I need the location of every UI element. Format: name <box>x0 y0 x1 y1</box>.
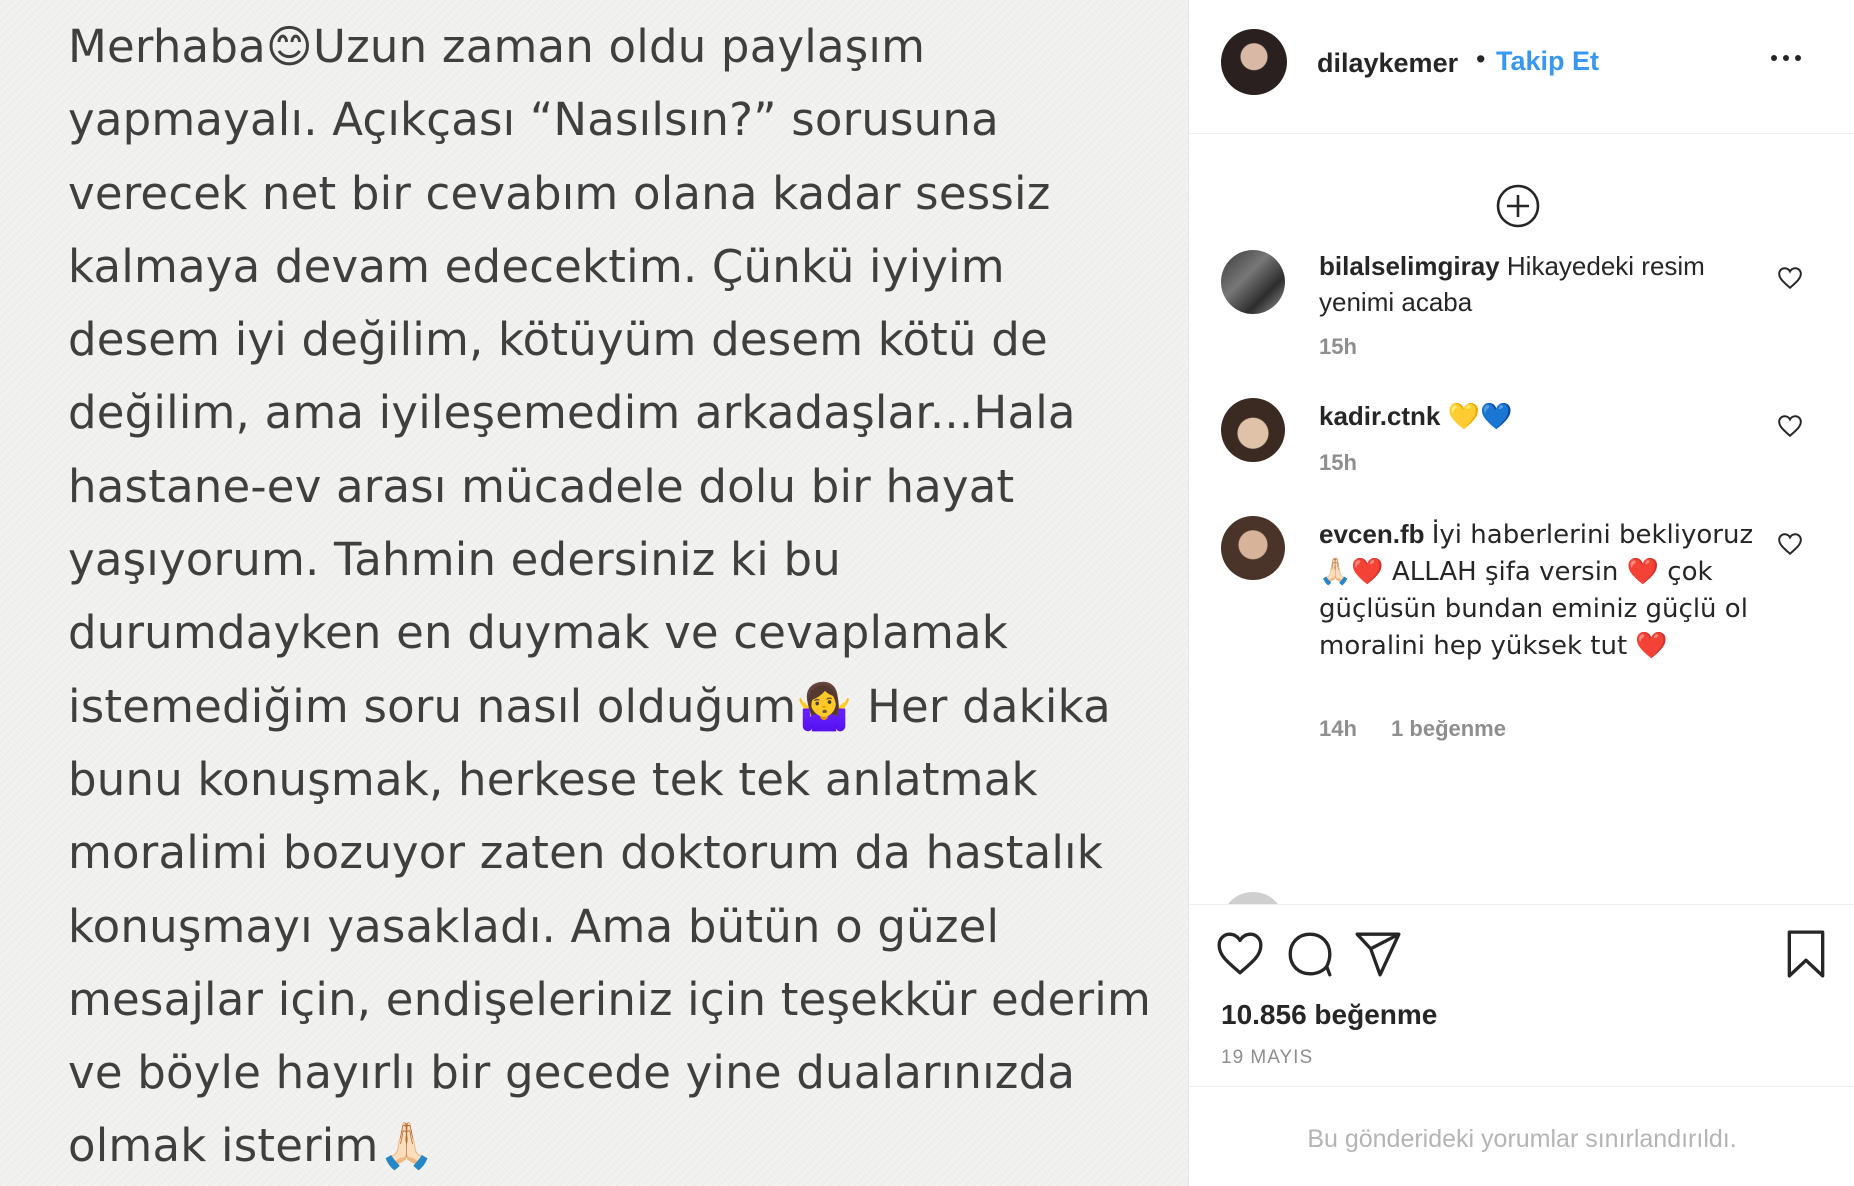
comment-time[interactable]: 15h <box>1319 334 1357 359</box>
comments-limited-text: Bu gönderideki yorumlar sınırlandırıldı. <box>1307 1125 1737 1153</box>
more-options-icon[interactable] <box>1769 42 1815 72</box>
comment-username[interactable]: evcen.fb <box>1319 519 1425 549</box>
note-line: istemediğim soru nasıl olduğum🤷‍♀️ Her d… <box>68 679 1111 733</box>
note-line: desem iyi değilim, kötüyüm desem kötü de <box>68 313 1048 367</box>
bookmark-icon[interactable] <box>1781 929 1831 979</box>
comment-like-icon[interactable] <box>1777 266 1803 290</box>
note-line: ve böyle hayırlı bir gecede yine duaları… <box>68 1046 1076 1100</box>
comment-meta: 15h <box>1319 450 1385 476</box>
post-image: Merhaba😊Uzun zaman oldu paylaşım yapmaya… <box>0 0 1188 1186</box>
comment-time[interactable]: 15h <box>1319 450 1357 475</box>
comment-like-icon[interactable] <box>1777 414 1803 438</box>
heart-icon[interactable] <box>1215 929 1265 979</box>
note-line: mesajlar için, endişeleriniz için teşekk… <box>68 972 1152 1026</box>
avatar[interactable] <box>1221 250 1285 314</box>
follow-button[interactable]: Takip Et <box>1496 46 1599 77</box>
comment-text: kadir.ctnk 💛💙 <box>1319 398 1759 435</box>
comment-meta: 15h <box>1319 334 1385 360</box>
note-line: durumdayken en duymak ve cevaplamak <box>68 606 1009 660</box>
note-line: verecek net bir cevabım olana kadar sess… <box>68 166 1051 220</box>
load-more-comments-icon[interactable] <box>1496 184 1540 228</box>
comments-limited-notice: Bu gönderideki yorumlar sınırlandırıldı. <box>1189 1086 1854 1186</box>
header-username[interactable]: dilaykemer <box>1317 48 1458 79</box>
comments-list[interactable]: bilalselimgiray Hikayedeki resim yenimi … <box>1189 134 1854 904</box>
note-line: konuşmayı yasakladı. Ama bütün o güzel <box>68 899 1000 953</box>
note-line: hastane-ev arası mücadele dolu bir hayat <box>68 459 1015 513</box>
post-side-panel: dilaykemer • Takip Et bilalselimgiray Hi… <box>1188 0 1854 1186</box>
comment-body: 💛💙 <box>1447 402 1513 432</box>
avatar[interactable] <box>1221 29 1287 95</box>
comment-meta: 14h 1 beğenme <box>1319 716 1534 742</box>
post-date[interactable]: 19 MAYIS <box>1221 1047 1313 1069</box>
note-line: değilim, ama iyileşemedim arkadaşlar...H… <box>68 386 1076 440</box>
note-line: moralimi bozuyor zaten doktorum da hasta… <box>68 826 1104 880</box>
note-text: Merhaba😊Uzun zaman oldu paylaşım yapmaya… <box>68 10 1151 1183</box>
comment-time[interactable]: 14h <box>1319 716 1357 741</box>
post-header: dilaykemer • Takip Et <box>1189 0 1854 134</box>
note-line: Merhaba😊Uzun zaman oldu paylaşım <box>68 20 926 73</box>
share-icon[interactable] <box>1353 929 1403 979</box>
note-line: olmak isterim🙏🏻 <box>68 1119 435 1173</box>
avatar <box>1221 892 1285 904</box>
separator-dot: • <box>1476 44 1486 74</box>
comment-icon[interactable] <box>1285 929 1335 979</box>
comment-username[interactable]: kadir.ctnk <box>1319 401 1440 431</box>
comment-username[interactable]: bilalselimgiray <box>1319 251 1500 281</box>
comment-like-icon[interactable] <box>1777 532 1803 556</box>
comment-likes[interactable]: 1 beğenme <box>1391 716 1506 741</box>
note-line: yapmayalı. Açıkçası “Nasılsın?” sorusuna <box>68 93 999 147</box>
note-line: yaşıyorum. Tahmin edersiniz ki bu <box>68 533 841 587</box>
comment-text: evcen.fb İyi haberlerini bekliyoruz🙏🏻❤️ … <box>1319 516 1759 664</box>
note-line: kalmaya devam edecektim. Çünkü iyiyim <box>68 239 1005 293</box>
note-line: bunu konuşmak, herkese tek tek anlatmak <box>68 752 1038 806</box>
avatar[interactable] <box>1221 516 1285 580</box>
comment-text: bilalselimgiray Hikayedeki resim yenimi … <box>1319 248 1759 320</box>
actions-bar: 10.856 beğenme 19 MAYIS <box>1189 904 1854 1086</box>
likes-count[interactable]: 10.856 beğenme <box>1221 999 1437 1031</box>
avatar[interactable] <box>1221 398 1285 462</box>
